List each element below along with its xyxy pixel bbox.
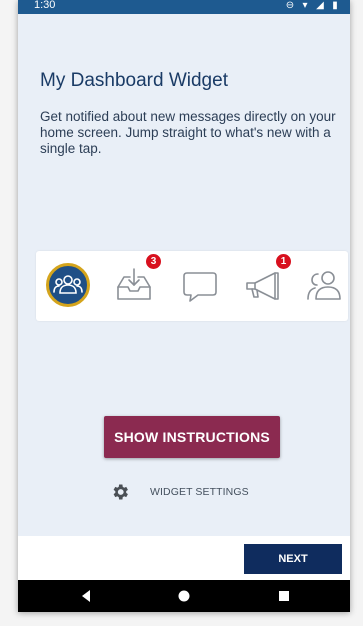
megaphone-badge: 1: [276, 254, 291, 269]
description-text: Get notified about new messages directly…: [40, 109, 336, 156]
signal-icon: ◢: [316, 0, 324, 11]
do-not-disturb-icon: ⊖: [285, 0, 295, 11]
app-screen: 1:30 ⊖ ▾ ◢ ▮ My Dashboard Widget Get not…: [18, 0, 350, 612]
widget-preview-card: 3 1: [36, 251, 348, 321]
contacts-icon[interactable]: [302, 263, 346, 307]
wifi-icon: ▾: [302, 0, 308, 11]
page-title: My Dashboard Widget: [40, 70, 228, 91]
megaphone-icon[interactable]: [241, 263, 285, 307]
inbox-icon[interactable]: [112, 263, 156, 307]
status-time: 1:30: [34, 0, 56, 11]
chat-bubble-icon[interactable]: [178, 263, 222, 307]
system-navigation-bar: [18, 580, 350, 612]
gear-icon[interactable]: [110, 482, 130, 502]
status-icons: ⊖ ▾ ◢ ▮: [285, 1, 340, 11]
back-icon[interactable]: [79, 589, 93, 603]
community-icon[interactable]: [46, 263, 90, 307]
recents-icon[interactable]: [277, 589, 291, 603]
widget-settings-label[interactable]: WIDGET SETTINGS: [150, 486, 249, 498]
show-instructions-button[interactable]: SHOW INSTRUCTIONS: [104, 416, 280, 458]
widget-settings-row[interactable]: WIDGET SETTINGS: [110, 482, 249, 502]
bottom-action-bar: NEXT: [18, 536, 350, 580]
status-bar: 1:30 ⊖ ▾ ◢ ▮: [18, 0, 350, 14]
next-button[interactable]: NEXT: [244, 544, 342, 574]
inbox-badge: 3: [146, 254, 161, 269]
battery-icon: ▮: [332, 0, 338, 11]
home-icon[interactable]: [177, 589, 191, 603]
